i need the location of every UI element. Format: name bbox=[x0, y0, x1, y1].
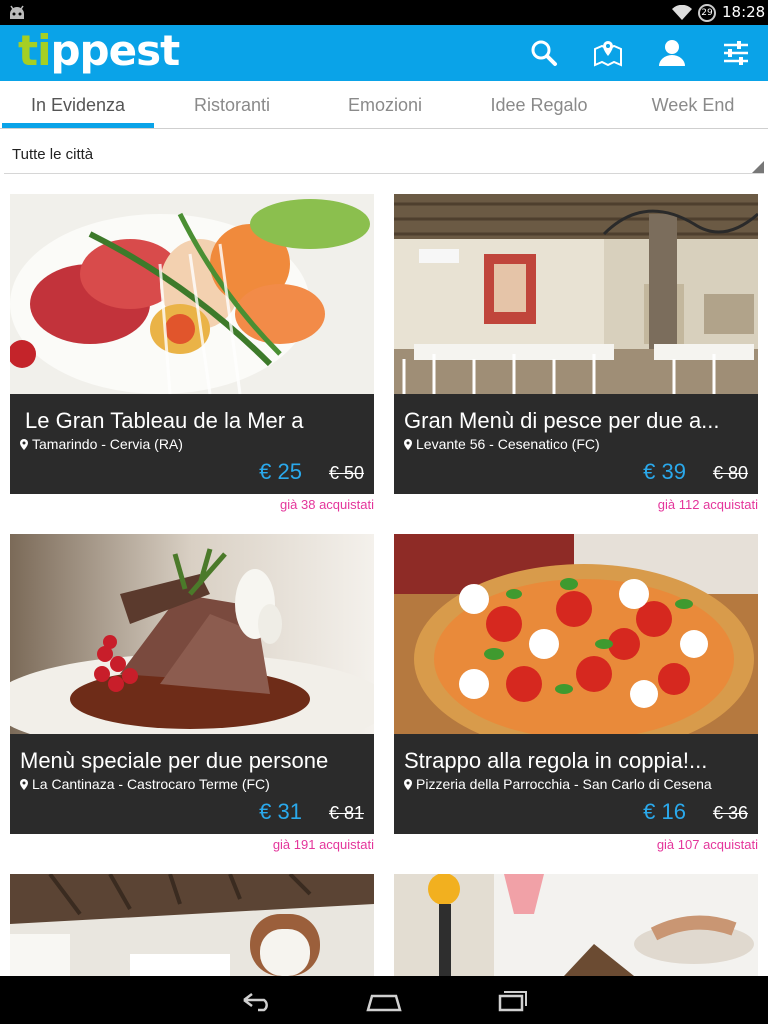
user-icon[interactable] bbox=[656, 37, 688, 69]
system-nav-bar bbox=[0, 976, 768, 1024]
deal-info: Menù speciale per due persone La Cantina… bbox=[10, 734, 374, 834]
deal-image bbox=[10, 874, 374, 976]
deal-title: Strappo alla regola in coppia!... bbox=[404, 748, 708, 773]
deal-sold-count: già 107 acquistati bbox=[656, 837, 758, 852]
location-pin-icon bbox=[20, 439, 28, 450]
deal-card[interactable] bbox=[10, 874, 374, 976]
status-bar: 29 18:28 bbox=[0, 0, 768, 25]
deal-location: La Cantinaza - Castrocaro Terme (FC) bbox=[20, 776, 270, 792]
battery-icon: 29 bbox=[698, 4, 716, 22]
search-icon[interactable] bbox=[528, 37, 560, 69]
deal-image bbox=[10, 194, 374, 394]
location-pin-icon bbox=[20, 779, 28, 790]
clock: 18:28 bbox=[722, 3, 766, 21]
deal-info: Le Gran Tableau de la Mer a Tamarindo - … bbox=[10, 394, 374, 494]
wifi-icon bbox=[672, 5, 692, 20]
deal-info: Gran Menù di pesce per due a... Levante … bbox=[394, 394, 758, 494]
deal-location: Levante 56 - Cesenatico (FC) bbox=[404, 436, 600, 452]
home-icon[interactable] bbox=[364, 986, 404, 1014]
deal-location-text: Pizzeria della Parrocchia - San Carlo di… bbox=[416, 776, 712, 792]
dropdown-arrow-icon bbox=[752, 161, 764, 173]
recents-icon[interactable] bbox=[492, 986, 532, 1014]
deal-title: Gran Menù di pesce per due a... bbox=[404, 408, 720, 433]
deal-title: Menù speciale per due persone bbox=[20, 748, 329, 773]
tab-emozioni[interactable]: Emozioni bbox=[310, 81, 460, 129]
deal-image bbox=[10, 534, 374, 734]
back-icon[interactable] bbox=[236, 986, 276, 1014]
deal-price: € 39 bbox=[643, 459, 686, 484]
location-pin-icon bbox=[404, 779, 412, 790]
tab-in-evidenza[interactable]: In Evidenza bbox=[2, 81, 154, 129]
deal-info: Strappo alla regola in coppia!... Pizzer… bbox=[394, 734, 758, 834]
deal-old-price: € 36 bbox=[712, 803, 748, 823]
deal-location-text: Tamarindo - Cervia (RA) bbox=[32, 436, 183, 452]
deal-location: Tamarindo - Cervia (RA) bbox=[20, 436, 183, 452]
category-tabs: In Evidenza Ristoranti Emozioni Idee Reg… bbox=[0, 81, 768, 129]
active-tab-indicator bbox=[2, 123, 154, 128]
deal-price: € 25 bbox=[259, 459, 302, 484]
location-pin-icon bbox=[404, 439, 412, 450]
android-icon bbox=[10, 5, 24, 19]
deal-location: Pizzeria della Parrocchia - San Carlo di… bbox=[404, 776, 712, 792]
deal-location-text: La Cantinaza - Castrocaro Terme (FC) bbox=[32, 776, 270, 792]
city-dropdown[interactable]: Tutte le città bbox=[4, 138, 764, 174]
deal-old-price: € 80 bbox=[712, 463, 748, 483]
deal-image bbox=[394, 874, 758, 976]
city-dropdown-value: Tutte le città bbox=[12, 146, 94, 163]
app-logo[interactable]: tippest bbox=[18, 28, 180, 76]
deal-location-text: Levante 56 - Cesenatico (FC) bbox=[416, 436, 600, 452]
deal-old-price: € 81 bbox=[328, 803, 364, 823]
deal-price: € 31 bbox=[259, 799, 302, 824]
deal-card[interactable] bbox=[394, 874, 758, 976]
settings-sliders-icon[interactable] bbox=[720, 37, 752, 69]
tab-week-end[interactable]: Week End bbox=[618, 81, 768, 129]
tab-ristoranti[interactable]: Ristoranti bbox=[156, 81, 308, 129]
deal-title: Le Gran Tableau de la Mer a bbox=[25, 408, 304, 433]
deal-image bbox=[394, 194, 758, 394]
deal-image bbox=[394, 534, 758, 734]
deal-price: € 16 bbox=[643, 799, 686, 824]
deal-sold-count: già 112 acquistati bbox=[657, 497, 758, 512]
app-bar: tippest bbox=[0, 25, 768, 81]
deal-old-price: € 50 bbox=[328, 463, 364, 483]
deal-sold-count: già 191 acquistati bbox=[272, 837, 374, 852]
tab-idee-regalo[interactable]: Idee Regalo bbox=[462, 81, 616, 129]
map-icon[interactable] bbox=[592, 37, 624, 69]
deal-sold-count: già 38 acquistati bbox=[280, 497, 374, 512]
